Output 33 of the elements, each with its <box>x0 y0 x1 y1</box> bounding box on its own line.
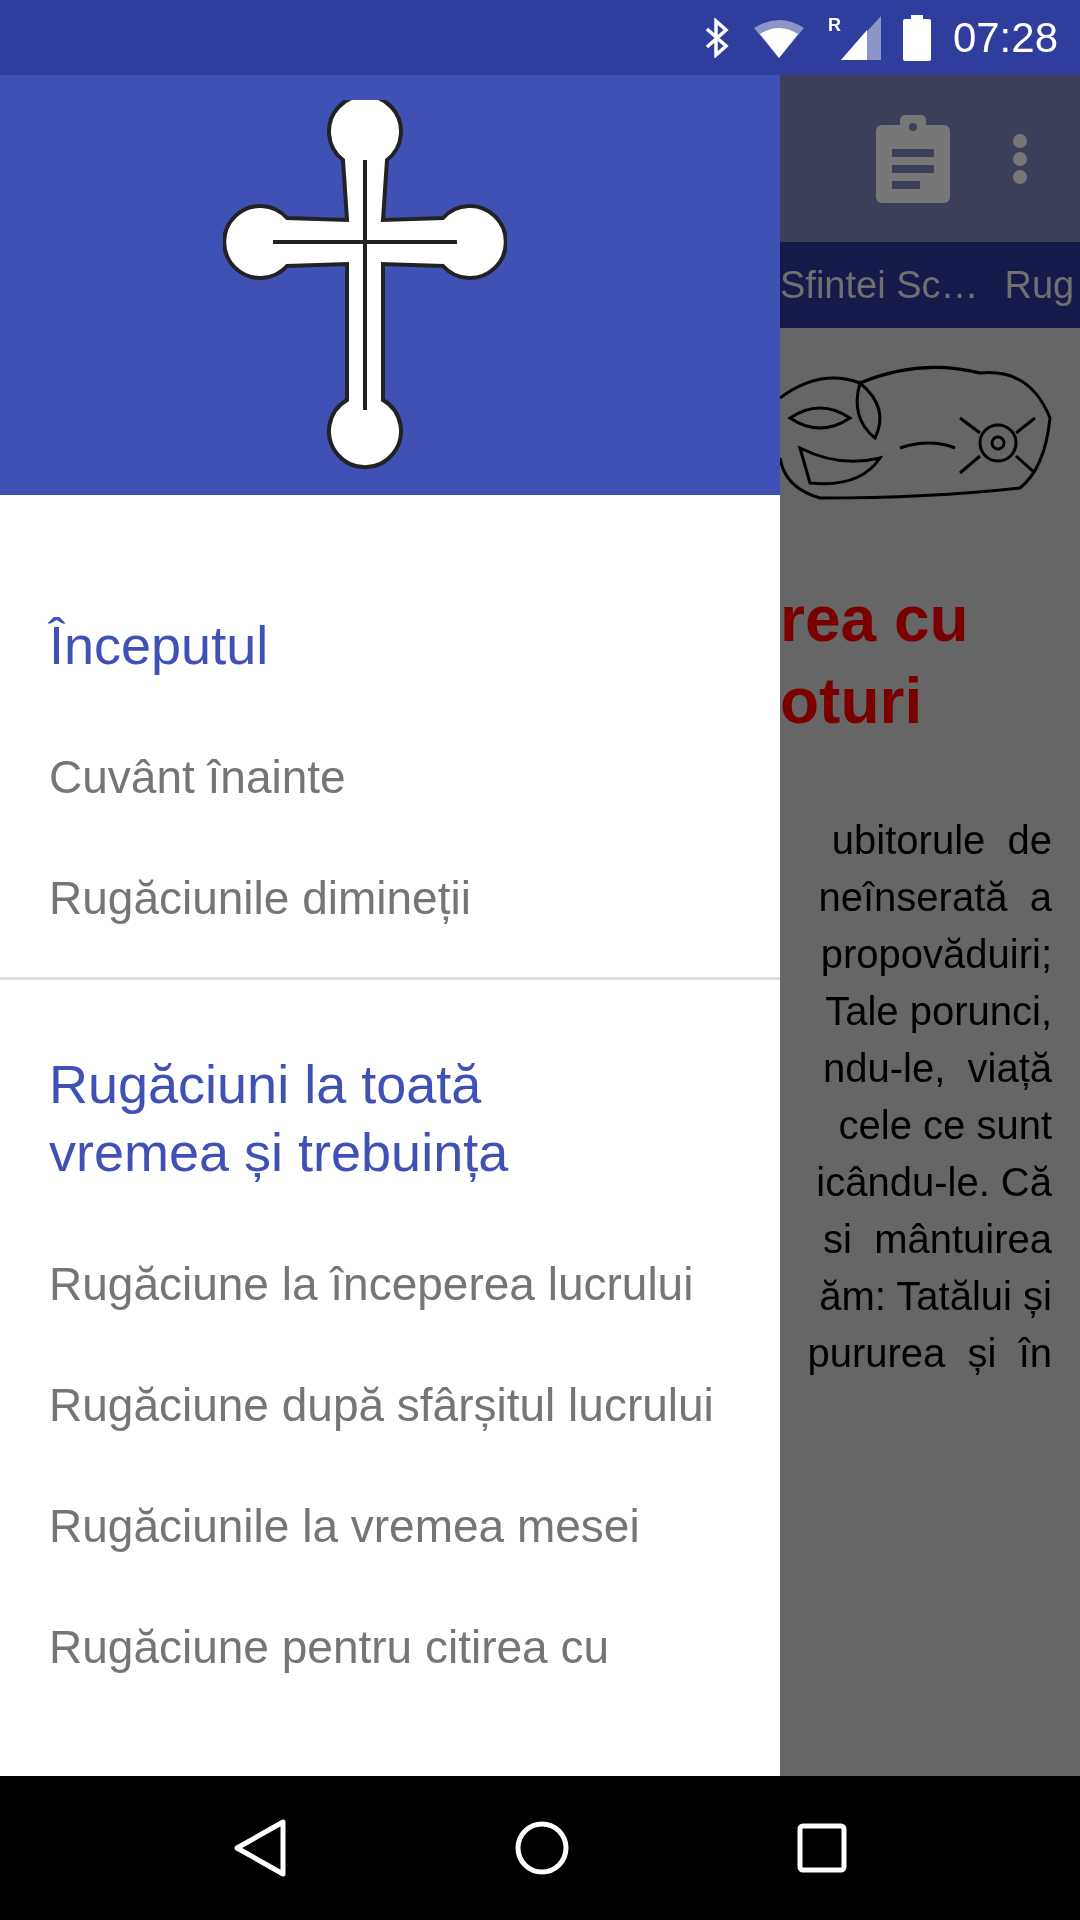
body-text: pururea și în <box>806 1330 1053 1377</box>
menu-item[interactable]: Cuvânt înainte <box>0 717 780 838</box>
menu-item[interactable]: Rugăciunile la vremea mesei <box>0 1466 780 1587</box>
clipboard-icon[interactable] <box>876 114 950 203</box>
menu-item[interactable]: Rugăciune la începerea lucrului <box>0 1224 780 1345</box>
section-header[interactable]: Rugăciuni la toată vremea și trebuința <box>0 1030 780 1224</box>
wifi-icon <box>751 17 806 58</box>
body-text: ubitorule de <box>830 817 1053 864</box>
home-icon[interactable] <box>514 1820 570 1876</box>
roaming-label: R <box>827 15 841 34</box>
signal-icon <box>840 15 881 60</box>
body-text: propovăduiri; <box>819 931 1053 978</box>
body-text: ndu-le, viață <box>821 1045 1053 1092</box>
battery-icon <box>902 14 931 61</box>
menu-item[interactable]: Rugăciunile dimineții <box>0 838 780 959</box>
heading-text: oturi <box>780 664 924 739</box>
body-text: icându-le. Că <box>815 1159 1053 1206</box>
body-text: cele ce sunt <box>837 1102 1053 1149</box>
body-text: ăm: Tatălui și <box>818 1273 1053 1320</box>
body-text: neînserată a <box>817 874 1053 921</box>
tab[interactable]: Sfintei Sc… <box>780 256 979 314</box>
menu-item[interactable]: Rugăciune pentru citirea cu <box>0 1587 780 1708</box>
body-text: Tale porunci, <box>824 988 1053 1035</box>
menu-item[interactable]: Rugăciune după sfârșitul lucrului <box>0 1345 780 1466</box>
bluetooth-icon <box>703 17 730 58</box>
back-icon[interactable] <box>233 1818 288 1878</box>
cross-icon <box>223 100 507 470</box>
tab[interactable]: Rug <box>1004 256 1075 314</box>
recents-icon[interactable] <box>796 1823 847 1873</box>
heading-text: rea cu <box>780 582 970 657</box>
clock: 07:28 <box>952 16 1058 59</box>
body-text: si mântuirea <box>822 1216 1053 1263</box>
section-header[interactable]: Începutul <box>0 591 780 717</box>
